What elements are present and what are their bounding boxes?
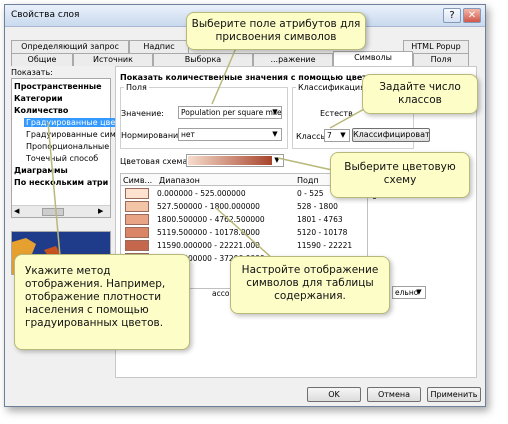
callout-scheme: Выберите цветовую схему [330,152,470,198]
pointer-field [211,47,237,105]
callout-field: Выберите поле атрибутов для присвоения с… [186,12,366,50]
pointer-scheme [277,157,333,171]
callout-method: Укажите метод отображения. Например, ото… [14,254,190,350]
pointer-table [215,207,273,259]
callout-pointers [47,47,367,259]
callout-table: Настройте отображение символов для табли… [230,256,390,314]
callout-classes: Задайте число классов [362,74,478,114]
pointer-classes [329,107,367,129]
pointer-method [47,121,61,257]
